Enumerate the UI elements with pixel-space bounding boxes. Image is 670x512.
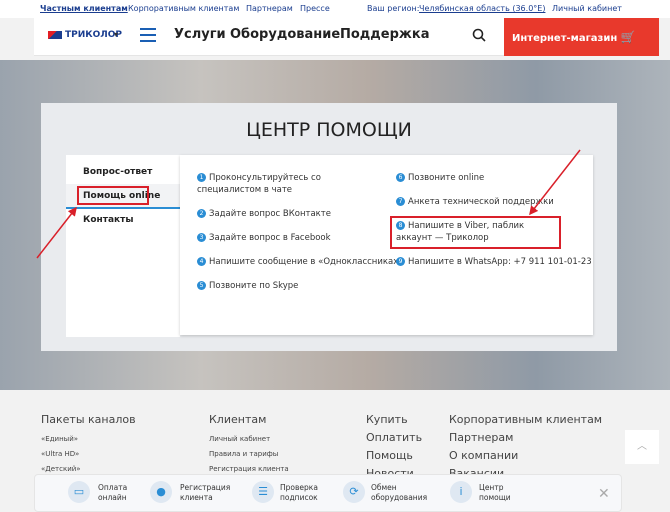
footer-title-clients: Клиентам: [209, 413, 267, 426]
chevron-up-icon: ︿: [637, 441, 647, 452]
user-icon: ●: [150, 481, 172, 503]
exchange-icon: ⟳: [343, 481, 365, 503]
footer-link[interactable]: Оплатить: [366, 431, 422, 444]
annotation-arrows: [36, 149, 581, 259]
quick-action-subscriptions[interactable]: Проверка подписок: [280, 483, 330, 503]
arrow-to-viber: [529, 149, 581, 216]
footer-link[interactable]: Купить: [366, 413, 408, 426]
footer-link[interactable]: Регистрация клиента: [209, 465, 289, 473]
footer-link[interactable]: «Единый»: [41, 435, 78, 443]
footer-title-packages: Пакеты каналов: [41, 413, 136, 426]
footer-link[interactable]: Личный кабинет: [209, 435, 270, 443]
card-icon: ▭: [68, 481, 90, 503]
arrow-to-online-help: [36, 206, 77, 259]
list-icon: ☰: [252, 481, 274, 503]
quick-action-help[interactable]: Центр помощи: [479, 483, 519, 503]
close-icon[interactable]: ✕: [598, 486, 610, 502]
footer-link[interactable]: «Ultra HD»: [41, 450, 79, 458]
footer-link[interactable]: Партнерам: [449, 431, 513, 444]
footer-link[interactable]: О компании: [449, 449, 518, 462]
footer-link[interactable]: Помощь: [366, 449, 413, 462]
info-icon: i: [450, 481, 472, 503]
footer-link[interactable]: Корпоративным клиентам: [449, 413, 602, 426]
quick-action-exchange[interactable]: Обмен оборудования: [371, 483, 431, 503]
quick-action-register[interactable]: Регистрация клиента: [180, 483, 235, 503]
scroll-up-button[interactable]: ︿: [625, 430, 659, 464]
footer-link[interactable]: «Детский»: [41, 465, 81, 473]
quick-action-pay[interactable]: Оплата онлайн: [98, 483, 143, 503]
footer-link[interactable]: Правила и тарифы: [209, 450, 278, 458]
